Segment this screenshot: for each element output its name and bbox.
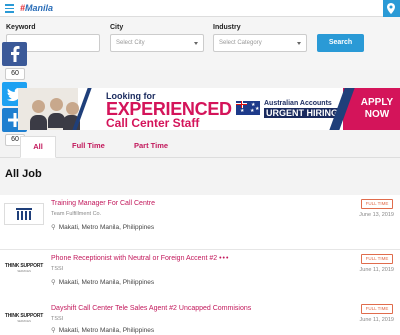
banner-australian-accounts: Australian Accounts xyxy=(264,100,332,107)
tab-all[interactable]: All xyxy=(20,136,56,158)
city-select[interactable]: Select City xyxy=(110,34,204,52)
chevron-down-icon xyxy=(297,42,301,45)
job-type-badge: FULL TIME xyxy=(361,199,393,209)
keyword-label: Keyword xyxy=(6,24,36,31)
hiring-banner[interactable]: Looking for EXPERIENCED Call Center Staf… xyxy=(18,88,400,130)
location-pin-icon xyxy=(387,3,395,14)
job-listing[interactable]: THINK SUPPORT SERVICES Phone Receptionist… xyxy=(0,250,400,305)
banner-urgent-hiring: URGENT HIRING xyxy=(264,108,340,118)
city-label: City xyxy=(110,24,124,31)
company-logo: THINK SUPPORT SERVICES xyxy=(4,258,44,280)
location-pin-button[interactable] xyxy=(383,0,400,17)
top-bar: #Manila xyxy=(0,0,400,17)
job-location: ⚲ Makati, Metro Manila, Philippines xyxy=(51,279,155,286)
company-logo: THINK SUPPORT SERVICES xyxy=(4,308,44,330)
company-name: TSSI xyxy=(51,316,64,322)
job-title-link[interactable]: Dayshift Call Center Tele Sales Agent #2… xyxy=(51,305,251,312)
job-title-link[interactable]: Training Manager For Call Centre xyxy=(51,200,155,207)
job-location: ⚲ Makati, Metro Manila, Philippines xyxy=(51,224,155,231)
job-title-link[interactable]: Phone Receptionist with Neutral or Forei… xyxy=(51,255,229,262)
job-location: ⚲ Makati, Metro Manila, Philippines xyxy=(51,327,155,334)
search-panel: Keyword City Select City Industry Select… xyxy=(0,17,400,70)
facebook-icon xyxy=(10,46,19,62)
site-logo[interactable]: #Manila xyxy=(20,3,53,13)
facebook-share-count: 60 xyxy=(5,68,25,80)
hamburger-menu-icon[interactable] xyxy=(2,2,16,15)
job-type-tabs: All Full Time Part Time xyxy=(0,136,400,158)
job-listing[interactable]: THINK SUPPORT SERVICES Dayshift Call Cent… xyxy=(0,300,400,335)
facebook-share-button[interactable] xyxy=(2,42,27,66)
apply-now-button[interactable]: APPLY NOW xyxy=(329,88,400,130)
search-button[interactable]: Search xyxy=(317,34,364,52)
apply-now-label: APPLY NOW xyxy=(360,97,394,120)
chevron-down-icon xyxy=(194,42,198,45)
banner-call-center-staff: Call Center Staff xyxy=(106,116,200,130)
job-type-badge: FULL TIME xyxy=(361,304,393,314)
company-logo xyxy=(4,203,44,225)
tab-full-time[interactable]: Full Time xyxy=(72,136,105,158)
tab-part-time[interactable]: Part Time xyxy=(134,136,168,158)
posted-date: June 11, 2019 xyxy=(359,267,394,273)
section-title: All Job xyxy=(5,168,42,180)
job-type-badge: FULL TIME xyxy=(361,254,393,264)
posted-date: June 13, 2019 xyxy=(359,212,394,218)
location-pin-icon: ⚲ xyxy=(51,279,56,286)
location-pin-icon: ⚲ xyxy=(51,327,56,334)
posted-date: June 11, 2019 xyxy=(359,317,394,323)
location-pin-icon: ⚲ xyxy=(51,224,56,231)
company-name: Team Fulfillment Co. xyxy=(51,211,102,217)
australia-flag-icon: ★ ★ ★ ★ xyxy=(236,101,260,115)
agents-photo xyxy=(18,88,80,130)
job-listing[interactable]: Training Manager For Call Centre Team Fu… xyxy=(0,195,400,250)
company-name: TSSI xyxy=(51,266,64,272)
industry-label: Industry xyxy=(213,24,241,31)
more-dots-icon: ••• xyxy=(219,255,230,262)
industry-select[interactable]: Select Category xyxy=(213,34,307,52)
